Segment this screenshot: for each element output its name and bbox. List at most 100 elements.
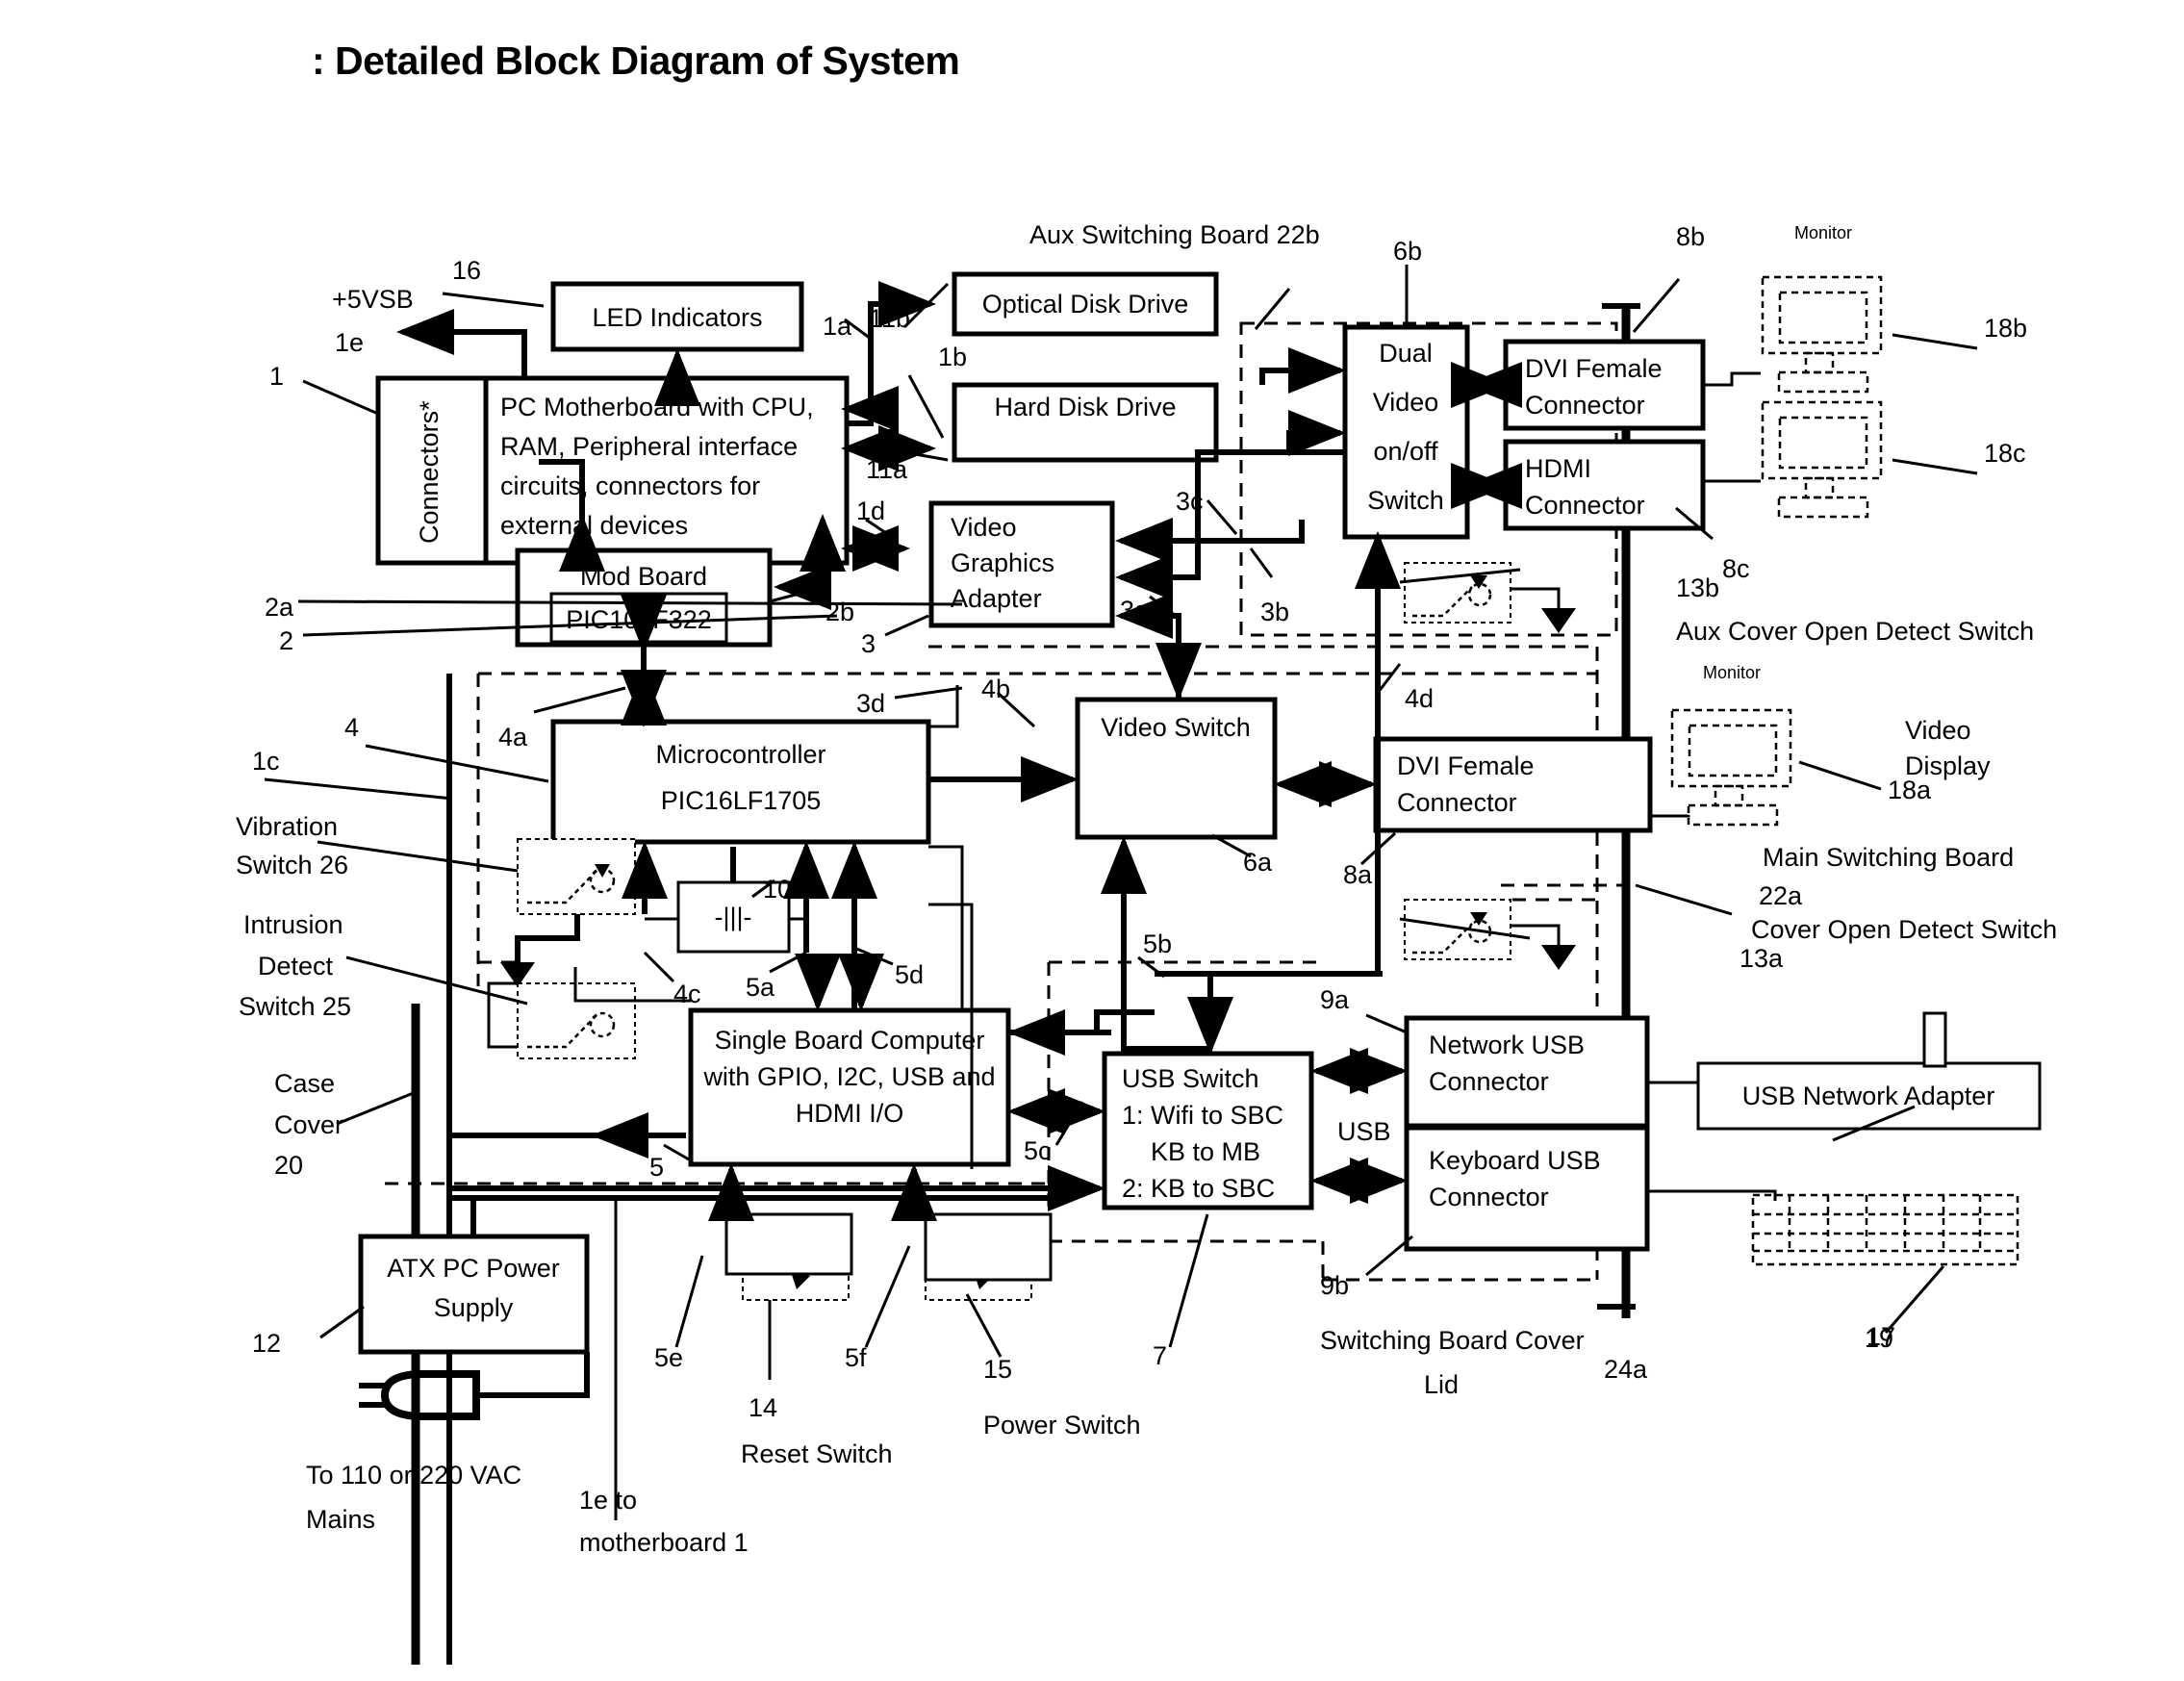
led-indicators-label: LED Indicators: [592, 303, 762, 332]
dual-video-line4: Switch: [1367, 486, 1444, 515]
label-15: 15: [983, 1355, 1012, 1384]
label-intrusion-1: Intrusion: [243, 910, 343, 939]
leader-5: [663, 1143, 690, 1161]
wire-1e-out: [396, 309, 527, 378]
leader-2a-long: [297, 599, 963, 606]
vga-line2: Graphics: [951, 548, 1054, 577]
label-19-visible: 19: [1865, 1324, 1893, 1353]
antenna-icon: [1922, 1011, 1947, 1068]
leader-1c: [264, 777, 453, 801]
label-intrusion-3: Switch 25: [239, 992, 351, 1021]
label-24a: 24a: [1604, 1355, 1648, 1384]
leader-1: [302, 379, 379, 416]
label-3c: 3c: [1176, 487, 1204, 516]
leader-3d: [894, 686, 963, 700]
network-usb-line2: Connector: [1429, 1067, 1549, 1096]
leader-7: [1168, 1213, 1209, 1348]
label-reset-switch: Reset Switch: [741, 1439, 893, 1468]
cover-open-detect-switch-icon: [1404, 899, 1511, 960]
label-9b: 9b: [1320, 1271, 1349, 1300]
leader-22a: [1635, 883, 1733, 916]
label-1e: 1e: [335, 328, 364, 357]
label-case-cover-1: Case: [274, 1069, 335, 1098]
microcontroller-line1: Microcontroller: [655, 740, 825, 769]
vga-line3: Adapter: [951, 584, 1042, 613]
wire-3a: [1115, 593, 1181, 700]
sbc-line2: with GPIO, I2C, USB and: [702, 1062, 995, 1091]
network-usb-line1: Network USB: [1429, 1031, 1585, 1059]
sbc-line1: Single Board Computer: [715, 1026, 985, 1055]
leader-5f: [864, 1245, 911, 1348]
label-cover-open-detect: Cover Open Detect Switch: [1751, 915, 2057, 944]
vibration-switch-wire: [515, 914, 580, 967]
leader-5a: [769, 951, 807, 974]
wire-dual-in-1: [1259, 347, 1346, 394]
hdmi-line2: Connector: [1525, 491, 1645, 520]
label-3: 3: [861, 629, 876, 658]
usb-switch-line1: USB Switch: [1122, 1064, 1259, 1093]
ground-symbol-2: [1541, 608, 1576, 633]
label-2b: 2b: [825, 598, 854, 626]
microcontroller-line2: PIC16LF1705: [661, 786, 822, 815]
vga-line1: Video: [951, 513, 1017, 542]
label-7: 7: [1153, 1341, 1167, 1370]
monitor-mid-label: Monitor: [1703, 663, 1761, 682]
motherboard-line2: RAM, Peripheral interface: [500, 432, 798, 461]
label-18b: 18b: [1984, 314, 2027, 343]
video-switch-label: Video Switch: [1101, 713, 1251, 742]
usb-switch-line4: 2: KB to SBC: [1122, 1174, 1275, 1203]
label-5b: 5b: [1143, 930, 1172, 958]
dual-video-line2: Video: [1373, 388, 1439, 417]
leader-3b: [1249, 548, 1274, 578]
label-video-display-1: Video: [1905, 716, 1971, 745]
leader-5e: [674, 1255, 704, 1348]
leader-18c: [1892, 458, 1978, 475]
label-13b: 13b: [1676, 573, 1719, 602]
label-3d: 3d: [856, 689, 885, 718]
monitor-top-label: Monitor: [1794, 223, 1852, 242]
monitor-18b-icon: [1761, 275, 1883, 394]
label-14: 14: [749, 1393, 777, 1422]
label-2a: 2a: [265, 593, 294, 622]
motherboard-line3: circuits, connectors for: [500, 471, 760, 500]
label-3a: 3a: [1120, 596, 1150, 624]
label-18c: 18c: [1984, 439, 2026, 468]
label-mains-1: To 110 or 220 VAC: [306, 1461, 521, 1490]
label-2: 2: [279, 626, 293, 655]
label-intrusion-2: Detect: [258, 952, 334, 981]
leader-intrusion: [345, 955, 528, 1006]
leader-8b: [1632, 278, 1681, 333]
label-1d: 1d: [856, 497, 885, 525]
wire-mcu-sbcarea: [928, 845, 964, 1010]
leader-15: [965, 1293, 1003, 1358]
label-aux-cover-open: Aux Cover Open Detect Switch: [1676, 617, 2034, 646]
label-5a: 5a: [746, 973, 775, 1002]
leader-5c: [1054, 1101, 1084, 1146]
label-4: 4: [344, 713, 359, 742]
keyboard-usb-line2: Connector: [1429, 1183, 1549, 1211]
label-video-display-2: Display: [1905, 751, 1991, 780]
dvi-mid-line2: Connector: [1397, 788, 1517, 817]
wire-dvi-monitor18b: [1703, 371, 1761, 387]
leader-case-cover: [336, 1090, 417, 1126]
label-switching-cover-2: Lid: [1424, 1370, 1459, 1399]
label-plus5vsb: +5VSB: [332, 285, 414, 314]
atx-psu-line1: ATX PC Power: [387, 1254, 560, 1283]
mod-board-label: Mod Board: [580, 562, 707, 591]
label-3b: 3b: [1260, 598, 1289, 626]
leader-4d: [1376, 663, 1402, 694]
leader-12: [319, 1305, 365, 1339]
label-16: 16: [452, 256, 481, 285]
label-1e-to-2: motherboard 1: [579, 1528, 749, 1557]
label-power-switch: Power Switch: [983, 1411, 1141, 1439]
leader-4a: [533, 686, 626, 714]
label-8b: 8b: [1676, 222, 1705, 251]
intrusion-switch-wire: [487, 981, 518, 1049]
battery-label: -|||-: [714, 903, 751, 931]
dvi-top-line1: DVI Female: [1525, 354, 1663, 383]
wire-3b: [1115, 449, 1345, 600]
label-8c: 8c: [1722, 554, 1750, 583]
pic10lf322-label: PIC10LF322: [566, 605, 712, 634]
connectors-label: Connectors*: [415, 400, 444, 544]
wire-3c: [1115, 518, 1305, 564]
